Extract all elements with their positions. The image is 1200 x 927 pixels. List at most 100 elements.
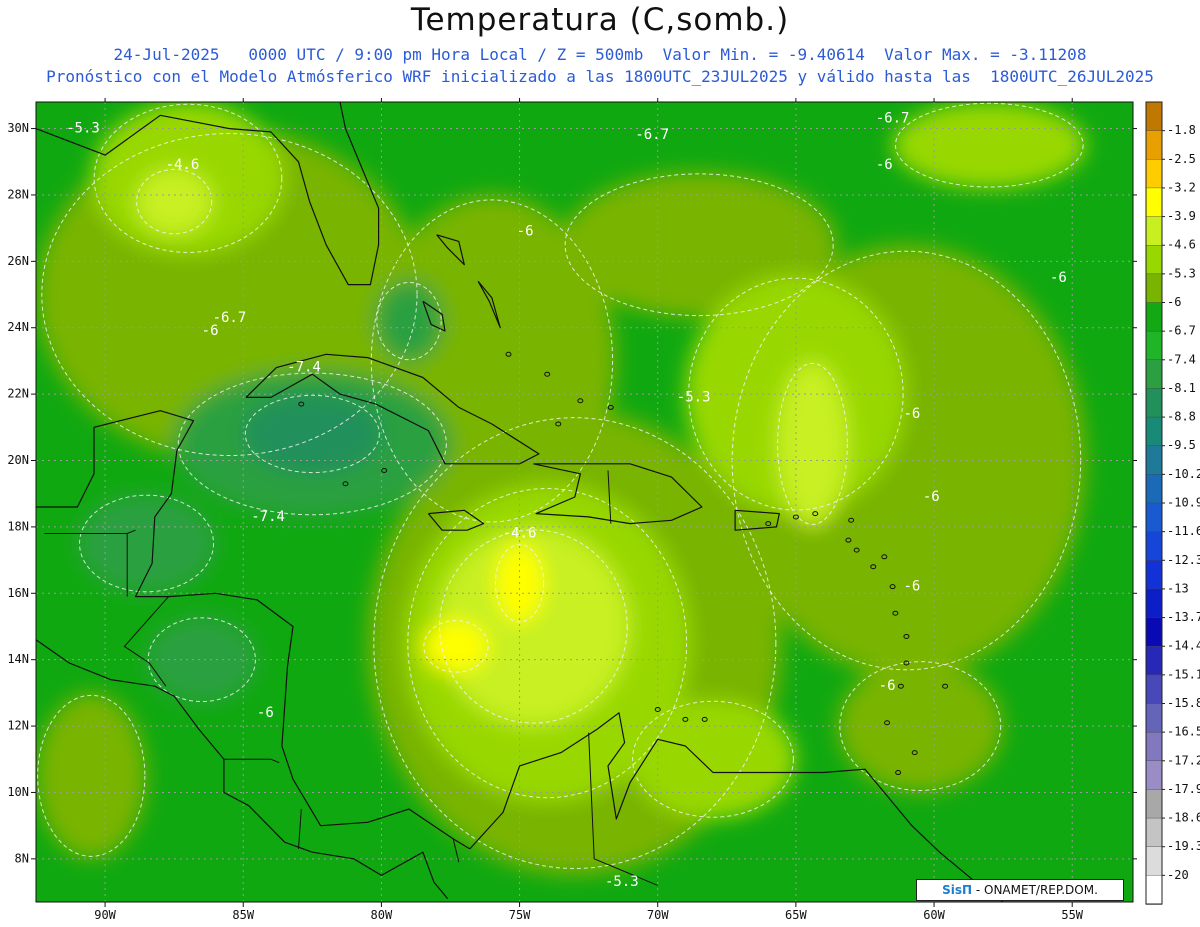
colorbar-label: -15.8 [1167,696,1200,710]
lat-tick-label: 30N [7,121,29,135]
colorbar-swatch [1145,187,1163,218]
contour-label: -6 [257,705,274,721]
lat-tick-label: 20N [7,453,29,467]
colorbar-swatch [1145,359,1163,390]
contour-label: -4.6 [166,157,200,173]
contour-label: -6 [1050,270,1067,286]
contour-label: -6 [876,157,893,173]
credit-text: - ONAMET/REP.DOM. [975,883,1098,897]
colorbar-label: -3.2 [1167,180,1196,194]
colorbar-label: -19.3 [1167,839,1200,853]
contour-label: -6 [517,223,534,239]
temperature-region [36,692,147,859]
contour-label: -6 [923,489,940,505]
colorbar-label: -7.4 [1167,352,1196,366]
temperature-region [630,699,796,820]
colorbar-swatch [1145,531,1163,561]
colorbar-label: -8.8 [1167,410,1196,424]
lat-tick-label: 16N [7,586,29,600]
colorbar-swatch [1145,245,1163,275]
colorbar-label: -2.5 [1167,152,1196,166]
colorbar-swatch [1145,101,1163,132]
contour-label: -5.3 [677,389,711,405]
lon-tick-label: 85W [232,908,254,922]
lon-tick-label: 80W [371,908,393,922]
colorbar-swatch [1145,474,1163,504]
colorbar-label: -11.6 [1167,524,1200,538]
contour-label: -6 [904,579,921,595]
temperature-region [135,168,213,235]
contour-label: -6 [202,323,219,339]
lat-tick-label: 18N [7,519,29,533]
colorbar-label: -10.2 [1167,467,1200,481]
colorbar-label: -14.4 [1167,639,1200,653]
lon-tick-label: 70W [647,908,669,922]
temperature-region [375,281,443,361]
colorbar-swatch [1145,703,1163,733]
lat-tick-label: 8N [15,851,29,865]
lon-tick-label: 90W [94,908,116,922]
colorbar-label: -12.3 [1167,553,1200,567]
colorbar-swatch [1145,846,1163,877]
colorbar-swatch [1145,875,1163,905]
lon-tick-label: 55W [1061,908,1083,922]
colorbar-label: -9.5 [1167,438,1196,452]
lat-tick-label: 26N [7,254,29,268]
lon-tick-label: 65W [785,908,807,922]
colorbar-swatch [1145,330,1163,361]
colorbar-label: -3.9 [1167,209,1196,223]
colorbar-swatch [1145,273,1163,304]
colorbar-swatch [1145,216,1163,246]
contour-label: -6.7 [635,127,669,143]
colorbar-label: -17.2 [1167,753,1200,767]
colorbar-label: -15.1 [1167,667,1200,681]
colorbar-label: -13.7 [1167,610,1200,624]
contour-label: -5.3 [605,874,639,890]
contour-label: -4.6 [503,526,537,542]
colorbar-swatch [1145,617,1163,647]
colorbar-swatch [1145,502,1163,533]
colorbar-label: -20 [1167,868,1189,882]
temperature-shaded-field [36,102,1133,902]
lon-tick-label: 60W [923,908,945,922]
colorbar-label: -8.1 [1167,381,1196,395]
colorbar-legend: -1.8 -2.5 -3.2 -3.9 -4.6 -5.3 -6 -6.7 -7.4 -8.1 -8… [1145,101,1200,905]
colorbar-swatch [1145,159,1163,189]
colorbar-swatch [1145,817,1163,848]
colorbar-swatch [1145,588,1163,619]
colorbar-label: -6.7 [1167,324,1196,338]
lon-tick-label: 75W [509,908,531,922]
temperature-region [243,394,382,474]
temperature-region [776,360,849,527]
lat-tick-label: 24N [7,320,29,334]
colorbar-swatch [1145,731,1163,762]
colorbar-label: -6 [1167,295,1181,309]
contour-label: -6 [904,406,921,422]
colorbar-swatch [1145,130,1163,160]
colorbar-label: -4.6 [1167,238,1196,252]
lat-tick-label: 12N [7,719,29,733]
colorbar-swatch [1145,760,1163,791]
temperature-region [892,102,1087,189]
forecast-map: -5.3 -4.6 -6.7 -6.7 -6 -6 -6 -6.7 -6 -7.4 -5.3 -6 -6… [7,98,1200,922]
lat-tick-label: 22N [7,387,29,401]
colorbar-label: -16.5 [1167,725,1200,739]
contour-label: -6.7 [876,111,910,127]
colorbar-swatch [1145,302,1163,332]
lat-tick-label: 28N [7,187,29,201]
colorbar-swatch [1145,674,1163,705]
colorbar-label: -10.9 [1167,496,1200,510]
colorbar-label: -5.3 [1167,266,1196,280]
colorbar-swatch [1145,416,1163,447]
credit-box: SisΠ - ONAMET/REP.DOM. [916,879,1124,901]
temperature-region [422,619,490,673]
colorbar-swatch [1145,388,1163,418]
colorbar-label: -17.9 [1167,782,1200,796]
contour-label: -5.3 [66,121,100,137]
contour-label: -6 [879,678,896,694]
lat-tick-label: 14N [7,652,29,666]
colorbar-swatch [1145,560,1163,590]
temperature-region [77,493,216,594]
colorbar-swatch [1145,445,1163,476]
colorbar-swatch [1145,646,1163,676]
